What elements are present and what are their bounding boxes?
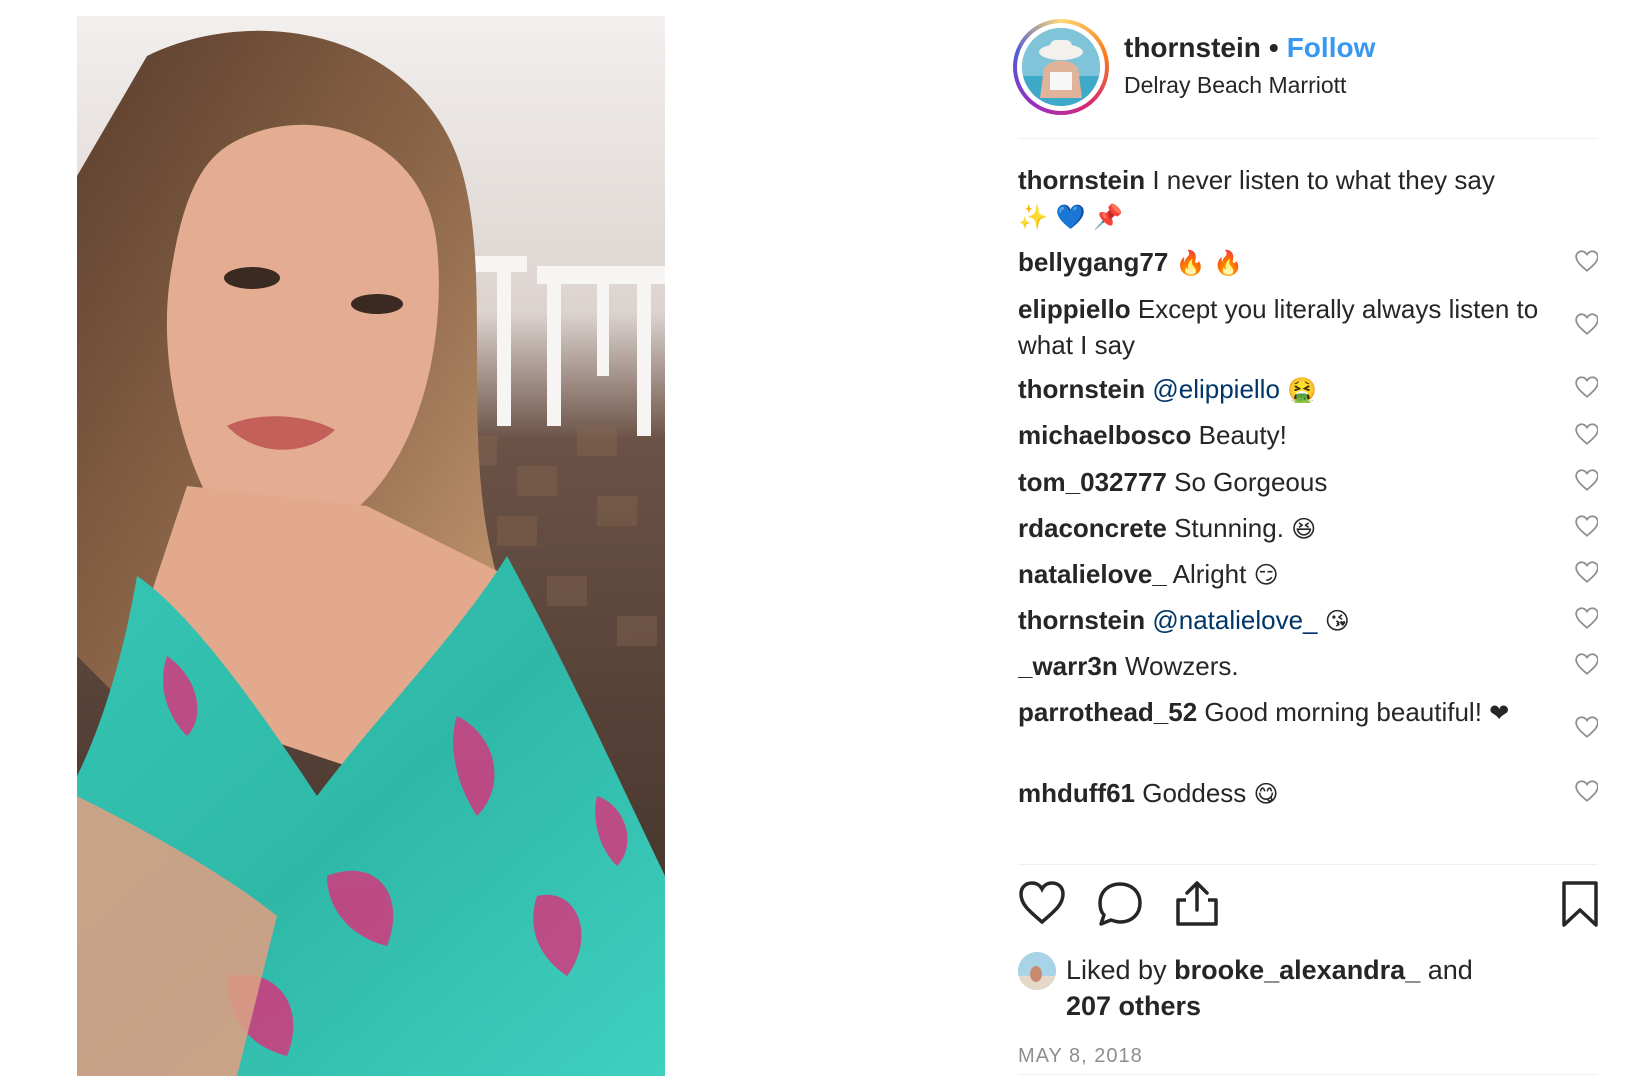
comment-text: Wowzers.	[1124, 651, 1239, 681]
comment-emoji: 🤮	[1287, 376, 1318, 404]
caption-emojis: ✨ 💙 📌	[1018, 203, 1123, 231]
heart-icon[interactable]	[1018, 880, 1066, 926]
comment-emoji: 🔥 🔥	[1175, 249, 1243, 277]
comment-item: michaelbosco Beauty!	[1018, 417, 1558, 453]
comment-item: elippiello Except you literally always l…	[1018, 291, 1558, 363]
comment-username[interactable]: michaelbosco	[1018, 420, 1191, 450]
post-username[interactable]: thornstein	[1124, 32, 1261, 63]
heart-outline-icon[interactable]	[1574, 248, 1598, 274]
comment-emoji: 😏	[1253, 561, 1279, 589]
likes-prefix: Liked by	[1066, 955, 1167, 985]
comment-text: Good morning beautiful!	[1204, 697, 1482, 727]
comment-item: rdaconcrete Stunning. 😆	[1018, 510, 1558, 547]
comment-text: Stunning.	[1174, 513, 1284, 543]
header-divider	[1018, 138, 1598, 139]
likes-summary: Liked by brooke_alexandra_ and 207 other…	[1018, 952, 1598, 1032]
comment-item: natalielove_ Alright 😏	[1018, 556, 1558, 593]
follow-button[interactable]: Follow	[1287, 32, 1376, 63]
heart-outline-icon[interactable]	[1574, 513, 1598, 539]
liker-avatar-image	[1018, 952, 1056, 990]
comment-emoji: 😋	[1253, 780, 1279, 808]
comment-username[interactable]: natalielove_	[1018, 559, 1167, 589]
caption: thornstein I never listen to what they s…	[1018, 162, 1558, 235]
comment-item: thornstein @elippiello 🤮	[1018, 371, 1558, 408]
comment-username[interactable]: _warr3n	[1018, 651, 1118, 681]
comment-username[interactable]: thornstein	[1018, 374, 1145, 404]
post-details-panel: thornstein • Follow Delray Beach Marriott …	[1013, 0, 1598, 1076]
caption-username[interactable]: thornstein	[1018, 165, 1145, 195]
comment-username[interactable]: tom_032777	[1018, 467, 1167, 497]
heart-outline-icon[interactable]	[1574, 778, 1598, 804]
avatar-image	[1022, 28, 1100, 106]
avatar[interactable]	[1022, 28, 1100, 106]
heart-outline-icon[interactable]	[1574, 467, 1598, 493]
comment-username[interactable]: thornstein	[1018, 605, 1145, 635]
comment-username[interactable]: elippiello	[1018, 294, 1131, 324]
bookmark-icon[interactable]	[1560, 880, 1600, 928]
post-photo[interactable]	[77, 16, 665, 1076]
heart-outline-icon[interactable]	[1574, 714, 1598, 740]
comment-username[interactable]: parrothead_52	[1018, 697, 1197, 727]
heart-outline-icon[interactable]	[1574, 374, 1598, 400]
comment-mention[interactable]: @elippiello	[1152, 374, 1280, 404]
comment-item: mhduff61 Goddess 😋	[1018, 775, 1558, 812]
comment-username[interactable]: bellygang77	[1018, 247, 1168, 277]
post-username-line: thornstein • Follow	[1124, 32, 1375, 64]
comment-emoji: ❤	[1489, 699, 1510, 727]
selfie-image	[77, 16, 665, 1076]
heart-outline-icon[interactable]	[1574, 651, 1598, 677]
share-icon[interactable]	[1174, 880, 1220, 928]
likes-and: and	[1427, 955, 1473, 985]
comment-item: parrothead_52 Good morning beautiful! ❤	[1018, 694, 1558, 731]
heart-outline-icon[interactable]	[1574, 559, 1598, 585]
comment-mention[interactable]: @natalielove_	[1152, 605, 1317, 635]
heart-outline-icon[interactable]	[1574, 605, 1598, 631]
post-date[interactable]: MAY 8, 2018	[1018, 1045, 1143, 1068]
comment-text: Beauty!	[1198, 420, 1287, 450]
likes-others[interactable]: 207 others	[1066, 991, 1201, 1021]
comment-text: So Gorgeous	[1174, 467, 1328, 497]
comment-emoji: 😆	[1291, 515, 1317, 543]
liker-username[interactable]: brooke_alexandra_	[1174, 955, 1420, 985]
comment-item: _warr3n Wowzers.	[1018, 648, 1558, 684]
story-ring[interactable]	[1013, 19, 1109, 115]
caption-text: I never listen to what they say	[1152, 165, 1495, 195]
heart-outline-icon[interactable]	[1574, 421, 1598, 447]
comment-item: tom_032777 So Gorgeous	[1018, 464, 1558, 500]
action-bar	[1018, 880, 1598, 940]
comment-item: bellygang77 🔥 🔥	[1018, 244, 1558, 281]
heart-outline-icon[interactable]	[1574, 311, 1598, 337]
comment-username[interactable]: rdaconcrete	[1018, 513, 1167, 543]
post-header: thornstein • Follow Delray Beach Marriott	[1013, 16, 1598, 126]
comment-text: Goddess	[1142, 778, 1247, 808]
comment-emoji: 😘	[1324, 607, 1350, 635]
comment-bubble-icon[interactable]	[1096, 880, 1144, 928]
likes-text: Liked by brooke_alexandra_ and 207 other…	[1066, 952, 1586, 1024]
comment-username[interactable]: mhduff61	[1018, 778, 1135, 808]
liker-avatar[interactable]	[1018, 952, 1056, 990]
post-location[interactable]: Delray Beach Marriott	[1124, 72, 1346, 99]
separator-dot: •	[1268, 32, 1279, 63]
date-divider	[1018, 1074, 1598, 1075]
comment-text: Alright	[1172, 559, 1247, 589]
comment-item: thornstein @natalielove_ 😘	[1018, 602, 1558, 639]
comments-list[interactable]: thornstein I never listen to what they s…	[1018, 152, 1598, 862]
comments-divider	[1018, 864, 1598, 865]
